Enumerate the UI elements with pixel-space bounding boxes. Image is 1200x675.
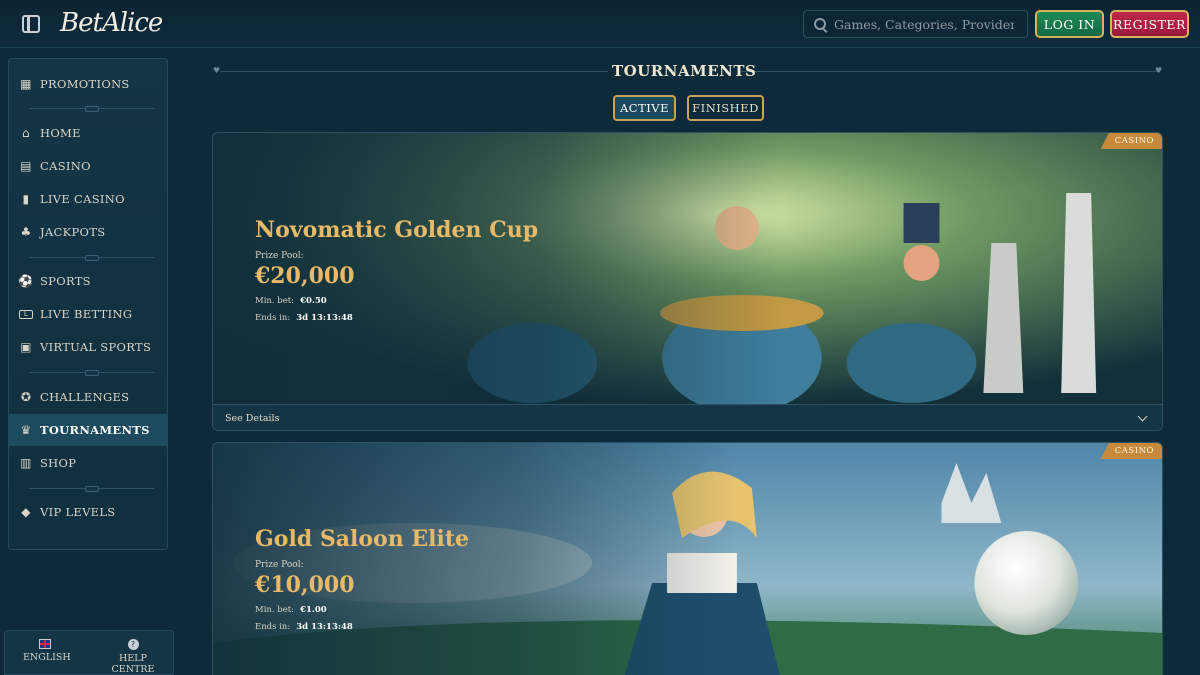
sidebar-item-label: CHALLENGES bbox=[40, 390, 130, 404]
ends-in-label: Ends in: bbox=[255, 313, 291, 323]
heart-icon: ♥ bbox=[213, 66, 221, 75]
ends-in-label: Ends in: bbox=[255, 622, 291, 632]
sidebar-item-live-casino[interactable]: ▮ LIVE CASINO bbox=[9, 183, 167, 215]
min-bet-row: Min. bet: €0.50 bbox=[255, 296, 327, 306]
sidebar-item-label: SPORTS bbox=[40, 274, 91, 288]
site-logo[interactable]: BetAlice bbox=[60, 8, 163, 38]
tournament-name: Novomatic Golden Cup bbox=[255, 217, 539, 243]
basket-icon: ▥ bbox=[20, 456, 32, 470]
tab-finished[interactable]: FINISHED bbox=[687, 95, 764, 121]
sidebar-item-label: JACKPOTS bbox=[40, 225, 106, 239]
search-icon bbox=[814, 18, 826, 30]
tab-active[interactable]: ACTIVE bbox=[613, 95, 676, 121]
sidebar-item-live-betting[interactable]: L LIVE BETTING bbox=[9, 298, 167, 330]
help-label: HELP CENTRE bbox=[111, 653, 155, 675]
clover-icon: ♣ bbox=[20, 225, 32, 239]
sidebar-item-vip-levels[interactable]: ◆ VIP LEVELS bbox=[9, 496, 167, 528]
see-details-bar[interactable]: See Details bbox=[213, 404, 1162, 430]
sidebar-nav: ▦ PROMOTIONS ⌂ HOME ▤ CASINO ▮ LIVE CASI… bbox=[8, 58, 168, 550]
tournament-card[interactable]: CASINO Gold Saloon Elite Prize Pool: €10… bbox=[212, 442, 1163, 675]
sidebar-item-challenges[interactable]: ✪ CHALLENGES bbox=[9, 381, 167, 413]
sidebar-divider bbox=[29, 370, 154, 376]
register-button[interactable]: REGISTER bbox=[1110, 10, 1189, 38]
prize-pool-value: €20,000 bbox=[255, 263, 355, 289]
page-title: TOURNAMENTS bbox=[612, 62, 757, 80]
monitor-icon: ▣ bbox=[20, 340, 32, 354]
sidebar-item-promotions[interactable]: ▦ PROMOTIONS bbox=[9, 68, 167, 100]
min-bet-label: Min. bet: bbox=[255, 605, 295, 615]
prize-pool-value: €10,000 bbox=[255, 572, 355, 598]
tournament-card[interactable]: CASINO Novomatic Golden Cup Prize Pool: … bbox=[212, 132, 1163, 431]
sidebar-toggle-icon[interactable] bbox=[22, 15, 40, 33]
sidebar-item-sports[interactable]: ⚽ SPORTS bbox=[9, 265, 167, 297]
sidebar-divider bbox=[29, 255, 154, 261]
gift-icon: ▦ bbox=[20, 77, 32, 91]
tournament-name: Gold Saloon Elite bbox=[255, 526, 470, 552]
title-divider-right bbox=[740, 71, 1158, 72]
tournament-banner-image bbox=[213, 133, 1162, 404]
tournament-banner-image bbox=[213, 443, 1162, 675]
sidebar-item-label: LIVE BETTING bbox=[40, 307, 133, 321]
title-divider-left bbox=[220, 71, 608, 72]
help-icon: ? bbox=[127, 639, 139, 650]
live-icon: L bbox=[19, 309, 33, 319]
slot-machine-icon: ▤ bbox=[20, 159, 32, 173]
heart-icon: ♥ bbox=[1155, 66, 1163, 75]
uk-flag-icon bbox=[39, 639, 51, 649]
category-badge: CASINO bbox=[1100, 443, 1162, 459]
sidebar-item-jackpots[interactable]: ♣ JACKPOTS bbox=[9, 216, 167, 248]
sidebar-item-label: LIVE CASINO bbox=[40, 192, 125, 206]
sidebar-item-shop[interactable]: ▥ SHOP bbox=[9, 447, 167, 479]
sidebar-item-label: SHOP bbox=[40, 456, 77, 470]
min-bet-value: €1.00 bbox=[300, 605, 327, 615]
min-bet-value: €0.50 bbox=[300, 296, 327, 306]
sidebar-divider bbox=[29, 486, 154, 492]
see-details-label: See Details bbox=[225, 413, 280, 424]
card-icon: ▮ bbox=[22, 192, 30, 206]
chevron-down-icon bbox=[1137, 411, 1148, 422]
top-header: BetAlice LOG IN REGISTER bbox=[0, 0, 1200, 48]
ends-in-row: Ends in: 3d 13:13:48 bbox=[255, 313, 353, 323]
min-bet-label: Min. bet: bbox=[255, 296, 295, 306]
sidebar-divider bbox=[29, 106, 154, 112]
sidebar-item-label: PROMOTIONS bbox=[40, 77, 130, 91]
sidebar-item-label: VIRTUAL SPORTS bbox=[40, 340, 152, 354]
ends-in-value: 3d 13:13:48 bbox=[296, 622, 353, 632]
sidebar-item-tournaments[interactable]: ♛ TOURNAMENTS bbox=[9, 414, 167, 446]
help-centre-link[interactable]: ? HELP CENTRE bbox=[97, 639, 169, 675]
language-selector[interactable]: ENGLISH bbox=[23, 639, 71, 663]
sidebar-item-label: CASINO bbox=[40, 159, 91, 173]
trophy-icon: ♛ bbox=[20, 423, 32, 437]
min-bet-row: Min. bet: €1.00 bbox=[255, 605, 327, 615]
ends-in-value: 3d 13:13:48 bbox=[296, 313, 353, 323]
ball-icon: ⚽ bbox=[18, 274, 34, 288]
diamond-icon: ◆ bbox=[21, 505, 31, 519]
sidebar-footer: ENGLISH ? HELP CENTRE bbox=[4, 630, 174, 675]
category-badge: CASINO bbox=[1100, 133, 1162, 149]
sidebar-item-virtual-sports[interactable]: ▣ VIRTUAL SPORTS bbox=[9, 331, 167, 363]
sidebar-item-label: TOURNAMENTS bbox=[40, 423, 150, 437]
sidebar-item-home[interactable]: ⌂ HOME bbox=[9, 117, 167, 149]
language-label: ENGLISH bbox=[23, 652, 71, 663]
home-icon: ⌂ bbox=[22, 126, 30, 140]
ends-in-row: Ends in: 3d 13:13:48 bbox=[255, 622, 353, 632]
sidebar-item-label: VIP LEVELS bbox=[40, 505, 116, 519]
prize-pool-label: Prize Pool: bbox=[255, 560, 304, 570]
search-input[interactable] bbox=[834, 16, 1014, 32]
sidebar-item-label: HOME bbox=[40, 126, 81, 140]
sidebar-item-casino[interactable]: ▤ CASINO bbox=[9, 150, 167, 182]
medal-icon: ✪ bbox=[20, 390, 32, 404]
search-box[interactable] bbox=[803, 10, 1028, 38]
prize-pool-label: Prize Pool: bbox=[255, 251, 304, 261]
login-button[interactable]: LOG IN bbox=[1035, 10, 1104, 38]
